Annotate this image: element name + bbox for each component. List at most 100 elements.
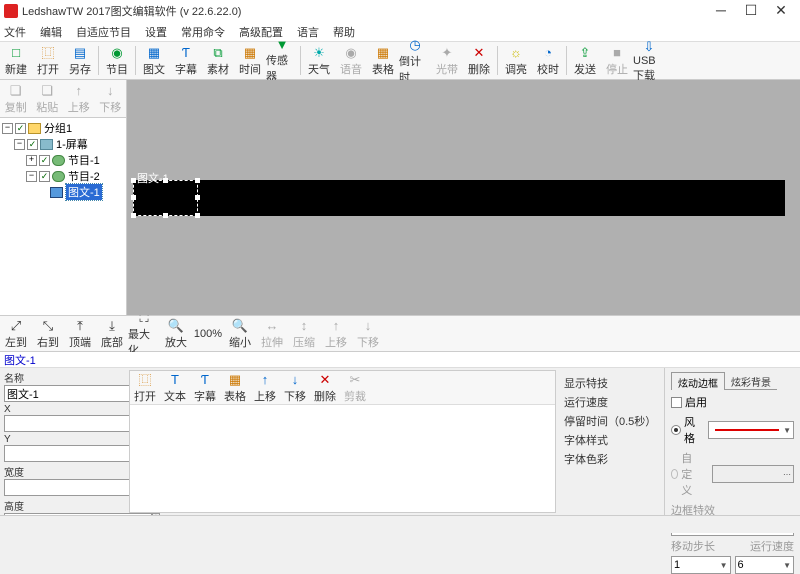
toolbar-上移: ↑上移: [63, 80, 95, 117]
tree-program-2[interactable]: −✓节目-2: [2, 168, 124, 184]
toolbar-删除[interactable]: ✕删除: [310, 371, 340, 404]
天气-icon: ☀: [311, 45, 327, 61]
toolbar-删除[interactable]: ✕删除: [463, 42, 495, 79]
minimize-button[interactable]: ─: [706, 1, 736, 21]
speed-input[interactable]: 6▼: [735, 556, 795, 574]
tab-background[interactable]: 炫彩背景: [725, 372, 777, 390]
下移-icon: ↓: [360, 318, 376, 334]
拉伸-icon: ↔: [264, 318, 280, 334]
底部-icon: ⤓: [104, 318, 120, 334]
content-editor: ⿶打开T文本Ƭ字幕▦表格↑上移↓下移✕删除✂剪裁: [129, 370, 556, 513]
toolbar-传感器[interactable]: ▼传感器: [266, 42, 298, 79]
tree-group[interactable]: −✓分组1: [2, 120, 124, 136]
editor-toolbar: ⿶打开T文本Ƭ字幕▦表格↑上移↓下移✕删除✂剪裁: [130, 371, 555, 405]
toolbar-发送[interactable]: ⇪发送: [569, 42, 601, 79]
复制-icon: ❏: [8, 83, 24, 99]
传感器-icon: ▼: [274, 37, 290, 52]
border-panel: 炫动边框 炫彩背景 启用 风格 ▼ 自定义 ⋯ 边框特效 顺向转动▼ 移动步长 …: [664, 368, 800, 515]
toolbar-拉伸: ↔拉伸: [256, 318, 288, 350]
toolbar-粘贴: ❏粘贴: [32, 80, 64, 117]
editor-area[interactable]: [130, 405, 555, 512]
toolbar-时间[interactable]: ▦时间: [234, 42, 266, 79]
删除-icon: ✕: [471, 45, 487, 61]
调亮-icon: ☼: [508, 45, 524, 61]
toolbar-节目[interactable]: ◉节目: [101, 42, 133, 79]
main-toolbar: □新建⿶打开▤另存◉节目▦图文Ƭ字幕⧉素材▦时间▼传感器☀天气◉语音▦表格◷倒计…: [0, 42, 800, 80]
toolbar-文本[interactable]: T文本: [160, 371, 190, 404]
style-radio[interactable]: [671, 425, 681, 435]
bottom-toolbar: ⤢左到⤡右到⤒顶端⤓底部⛶最大化🔍放大100%🔍缩小↔拉伸↕压缩↑上移↓下移: [0, 316, 800, 352]
剪裁-icon: ✂: [347, 372, 363, 388]
menu-bar: 文件 编辑 自适应节目 设置 常用命令 高级配置 语言 帮助: [0, 22, 800, 42]
toolbar-缩小[interactable]: 🔍缩小: [224, 318, 256, 350]
menu-common[interactable]: 常用命令: [181, 24, 225, 40]
下移-icon: ↓: [102, 83, 118, 99]
toolbar-字幕[interactable]: Ƭ字幕: [170, 42, 202, 79]
tree-program-1[interactable]: +✓节目-1: [2, 152, 124, 168]
menu-edit[interactable]: 编辑: [40, 24, 62, 40]
toolbar-调亮[interactable]: ☼调亮: [500, 42, 532, 79]
toolbar-打开[interactable]: ⿶打开: [32, 42, 64, 79]
表格-icon: ▦: [375, 45, 391, 61]
tab-border[interactable]: 炫动边框: [671, 372, 725, 390]
custom-radio[interactable]: [671, 469, 678, 479]
menu-settings[interactable]: 设置: [145, 24, 167, 40]
删除-icon: ✕: [317, 372, 333, 388]
title-bar: LedshawTW 2017图文编辑软件 (v 22.6.22.0) ─ ☐ ✕: [0, 0, 800, 22]
close-button[interactable]: ✕: [766, 1, 796, 21]
toolbar-表格[interactable]: ▦表格: [367, 42, 399, 79]
toolbar-字幕[interactable]: Ƭ字幕: [190, 371, 220, 404]
图文-icon: ▦: [146, 45, 162, 61]
menu-help[interactable]: 帮助: [333, 24, 355, 40]
toolbar-放大[interactable]: 🔍放大: [160, 318, 192, 350]
toolbar-校时[interactable]: ◔校时: [532, 42, 564, 79]
menu-adaptive[interactable]: 自适应节目: [76, 24, 131, 40]
toolbar-左到[interactable]: ⤢左到: [0, 318, 32, 350]
selection-box[interactable]: [133, 180, 198, 216]
toolbar-另存[interactable]: ▤另存: [64, 42, 96, 79]
toolbar-光带: ✦光带: [431, 42, 463, 79]
toolbar-新建[interactable]: □新建: [0, 42, 32, 79]
校时-icon: ◔: [540, 45, 556, 61]
toolbar-100%[interactable]: 100%: [192, 328, 224, 340]
上移-icon: ↑: [257, 372, 273, 388]
properties-panel: 名称▲▼ X▲▼ Y▲▼ 宽度▲▼ 高度▲▼: [0, 368, 127, 515]
节目-icon: ◉: [109, 45, 125, 61]
toolbar-打开[interactable]: ⿶打开: [130, 371, 160, 404]
字幕-icon: Ƭ: [197, 372, 213, 388]
新建-icon: □: [8, 45, 24, 61]
粘贴-icon: ❏: [39, 83, 55, 99]
另存-icon: ▤: [72, 45, 88, 61]
toolbar-停止: ■停止: [601, 42, 633, 79]
toolbar-压缩: ↕压缩: [288, 318, 320, 350]
toolbar-USB下载[interactable]: ⇩USB下载: [633, 42, 665, 79]
app-icon: [4, 4, 18, 18]
右到-icon: ⤡: [40, 318, 56, 334]
toolbar-素材[interactable]: ⧉素材: [202, 42, 234, 79]
toolbar-上移[interactable]: ↑上移: [250, 371, 280, 404]
toolbar-复制: ❏复制: [0, 80, 32, 117]
toolbar-表格[interactable]: ▦表格: [220, 371, 250, 404]
toolbar-图文[interactable]: ▦图文: [138, 42, 170, 79]
tree-screen[interactable]: −✓1-屏幕: [2, 136, 124, 152]
style-select[interactable]: ▼: [708, 421, 794, 439]
素材-icon: ⧉: [210, 45, 226, 61]
放大-icon: 🔍: [168, 318, 184, 334]
toolbar-底部[interactable]: ⤓底部: [96, 318, 128, 350]
toolbar-天气[interactable]: ☀天气: [303, 42, 335, 79]
status-bar: [0, 515, 800, 533]
tree-image-1[interactable]: 图文-1: [2, 184, 124, 200]
maximize-button[interactable]: ☐: [736, 1, 766, 21]
toolbar-顶端[interactable]: ⤒顶端: [64, 318, 96, 350]
preview-canvas[interactable]: 图文-1: [127, 80, 800, 315]
menu-file[interactable]: 文件: [4, 24, 26, 40]
toolbar-下移[interactable]: ↓下移: [280, 371, 310, 404]
toolbar-下移: ↓下移: [95, 80, 127, 117]
toolbar-右到[interactable]: ⤡右到: [32, 318, 64, 350]
toolbar-最大化[interactable]: ⛶最大化: [128, 310, 160, 358]
menu-language[interactable]: 语言: [297, 24, 319, 40]
toolbar-倒计时[interactable]: ◷倒计时: [399, 42, 431, 79]
enable-checkbox[interactable]: [671, 397, 682, 408]
step-input[interactable]: 1▼: [671, 556, 731, 574]
表格-icon: ▦: [227, 372, 243, 388]
